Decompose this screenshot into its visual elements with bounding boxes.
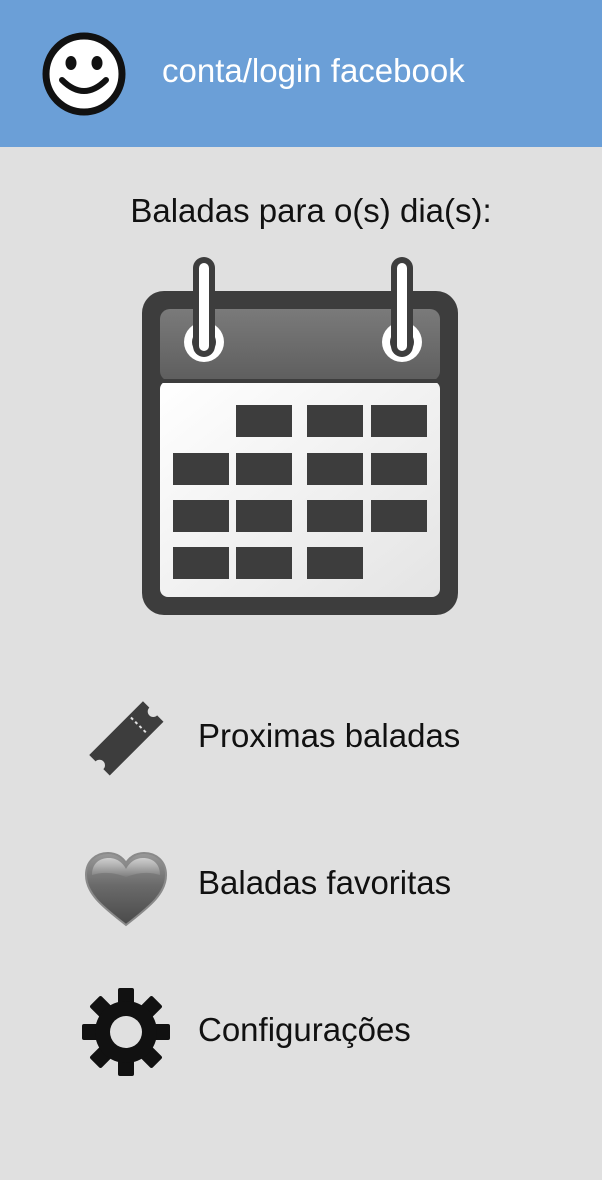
dates-label: Baladas para o(s) dia(s): xyxy=(130,192,492,229)
menu-item-baladas-favoritas[interactable]: Baladas favoritas xyxy=(78,837,528,933)
menu-item-label: Baladas favoritas xyxy=(198,864,452,901)
menu-item-configuracoes[interactable]: Configurações xyxy=(78,984,528,1080)
login-link-text: conta/login facebook xyxy=(162,52,465,89)
gear-icon xyxy=(82,988,170,1076)
menu-item-proximas-baladas[interactable]: Proximas baladas xyxy=(78,690,528,786)
calendar-icon[interactable] xyxy=(140,255,460,617)
menu-item-label: Proximas baladas xyxy=(198,717,461,754)
ticket-icon xyxy=(89,701,164,776)
menu-item-label: Configurações xyxy=(198,1011,411,1048)
heart-icon xyxy=(84,851,168,927)
smiley-face-icon xyxy=(42,32,126,116)
facebook-login-header[interactable]: conta/login facebook xyxy=(0,0,602,147)
